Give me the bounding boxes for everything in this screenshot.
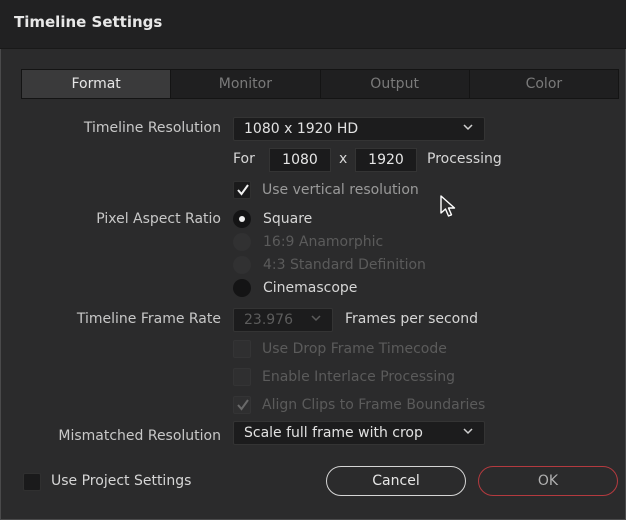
chevron-down-icon	[311, 315, 321, 322]
align-clips-label: Align Clips to Frame Boundaries	[262, 397, 486, 413]
use-project-settings-checkbox[interactable]	[23, 473, 41, 491]
frames-per-second-label: Frames per second	[345, 311, 478, 327]
radio-selected-dot	[239, 216, 245, 222]
radio-cinemascope-label: Cinemascope	[263, 280, 358, 296]
drop-frame-checkbox	[233, 340, 251, 358]
radio-anamorphic-label: 16:9 Anamorphic	[263, 234, 384, 250]
for-label: For	[233, 151, 255, 167]
align-clips-checkbox	[233, 396, 251, 414]
radio-standard-definition	[233, 256, 251, 274]
timeline-resolution-value: 1080 x 1920 HD	[244, 121, 359, 137]
frame-rate-dropdown: 23.976	[233, 308, 333, 332]
tab-color[interactable]: Color	[470, 70, 618, 98]
cancel-button[interactable]: Cancel	[326, 466, 466, 496]
radio-anamorphic	[233, 233, 251, 251]
chevron-down-icon	[463, 428, 473, 435]
checkmark-icon	[237, 184, 249, 196]
vertical-resolution-checkbox[interactable]	[233, 181, 251, 199]
interlace-checkbox	[233, 368, 251, 386]
times-label: x	[339, 151, 348, 167]
mismatched-resolution-label: Mismatched Resolution	[58, 428, 221, 444]
frame-rate-label: Timeline Frame Rate	[76, 311, 221, 327]
tab-format[interactable]: Format	[22, 70, 172, 98]
pixel-aspect-label: Pixel Aspect Ratio	[96, 211, 221, 227]
radio-cinemascope[interactable]	[233, 279, 251, 297]
dialog-title: Timeline Settings	[14, 13, 163, 31]
ok-button[interactable]: OK	[478, 466, 618, 496]
mouse-cursor-icon	[440, 195, 456, 217]
resolution-width-input[interactable]: 1080	[269, 148, 331, 172]
mismatched-resolution-dropdown[interactable]: Scale full frame with crop	[233, 421, 485, 445]
radio-standard-definition-label: 4:3 Standard Definition	[263, 257, 426, 273]
mismatched-resolution-value: Scale full frame with crop	[244, 425, 423, 441]
title-bar: Timeline Settings	[0, 0, 626, 49]
checkmark-icon	[237, 399, 249, 411]
resolution-height-input[interactable]: 1920	[355, 148, 417, 172]
tab-output[interactable]: Output	[321, 70, 470, 98]
processing-label: Processing	[427, 151, 502, 167]
radio-square-label: Square	[263, 211, 313, 227]
interlace-label: Enable Interlace Processing	[262, 369, 455, 385]
timeline-resolution-label: Timeline Resolution	[83, 120, 221, 136]
radio-square[interactable]	[233, 210, 251, 228]
vertical-resolution-label: Use vertical resolution	[262, 182, 419, 198]
drop-frame-label: Use Drop Frame Timecode	[262, 341, 447, 357]
chevron-down-icon	[463, 124, 473, 131]
frame-rate-value: 23.976	[244, 312, 293, 328]
tab-monitor[interactable]: Monitor	[171, 70, 321, 98]
settings-tabs: Format Monitor Output Color	[21, 69, 619, 99]
use-project-settings-label: Use Project Settings	[51, 473, 192, 489]
timeline-resolution-dropdown[interactable]: 1080 x 1920 HD	[233, 117, 485, 141]
